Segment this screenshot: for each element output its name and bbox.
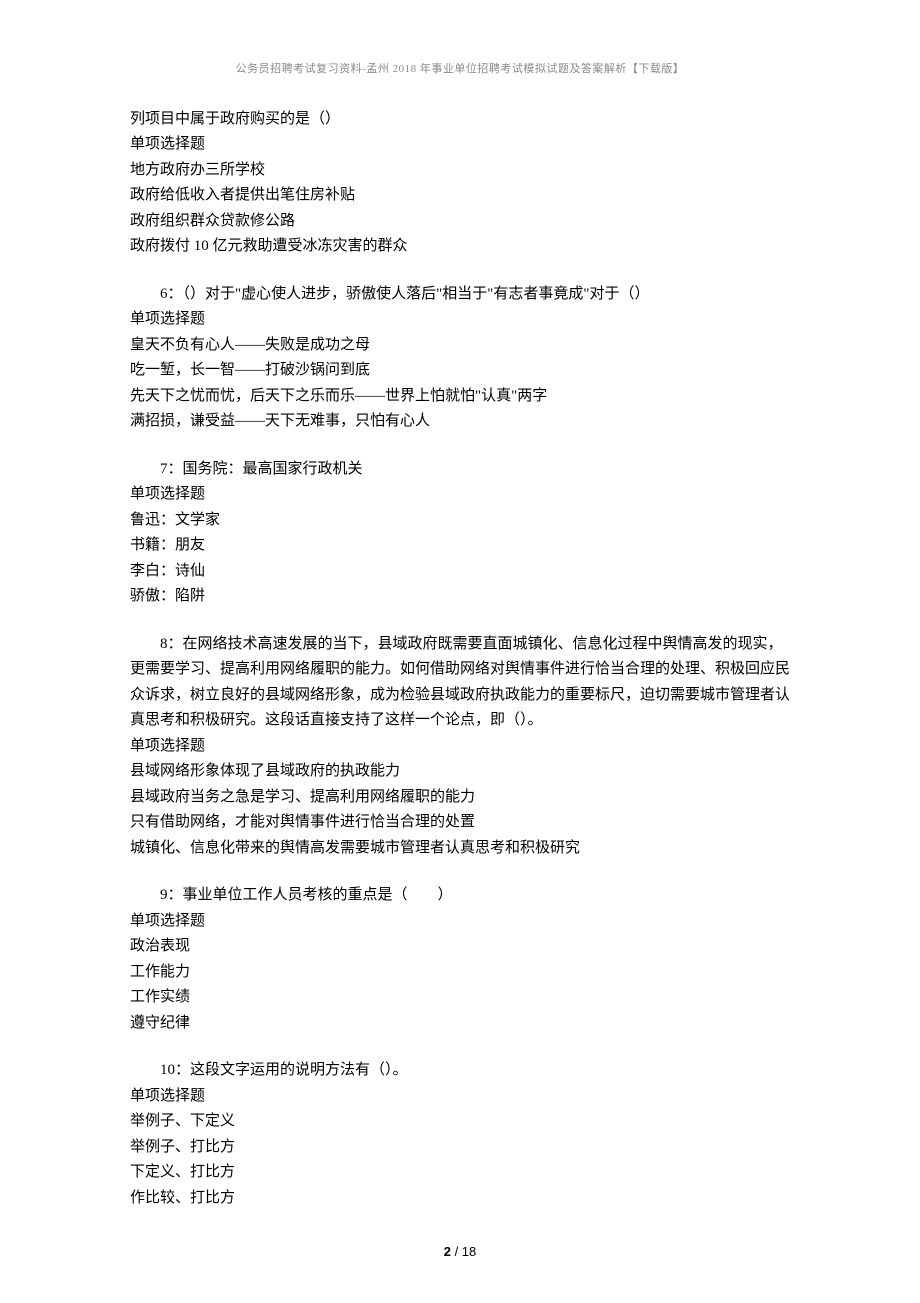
question-7: 7：国务院：最高国家行政机关 单项选择题 鲁迅：文学家 书籍：朋友 李白：诗仙 … [130, 457, 790, 610]
option: 遵守纪律 [130, 1011, 790, 1037]
option: 举例子、下定义 [130, 1109, 790, 1135]
option: 政治表现 [130, 934, 790, 960]
option: 举例子、打比方 [130, 1135, 790, 1161]
question-type: 单项选择题 [130, 307, 790, 333]
page-current: 2 [444, 1244, 451, 1259]
question-stem: 列项目中属于政府购买的是（） [130, 107, 790, 133]
option: 作比较、打比方 [130, 1186, 790, 1212]
question-type: 单项选择题 [130, 734, 790, 760]
question-stem: 9：事业单位工作人员考核的重点是（ ） [130, 883, 790, 909]
option: 鲁迅：文学家 [130, 508, 790, 534]
option: 地方政府办三所学校 [130, 158, 790, 184]
option: 政府组织群众贷款修公路 [130, 209, 790, 235]
option: 先天下之忧而忧，后天下之乐而乐——世界上怕就怕"认真"两字 [130, 384, 790, 410]
option: 下定义、打比方 [130, 1160, 790, 1186]
option: 政府给低收入者提供出笔住房补贴 [130, 183, 790, 209]
page-container: 公务员招聘考试复习资料-孟州 2018 年事业单位招聘考试模拟试题及答案解析【下… [0, 0, 920, 1303]
question-stem: 8：在网络技术高速发展的当下，县域政府既需要直面城镇化、信息化过程中舆情高发的现… [130, 632, 790, 734]
page-sep: / [451, 1244, 462, 1259]
option: 县域政府当务之急是学习、提高利用网络履职的能力 [130, 785, 790, 811]
question-10: 10：这段文字运用的说明方法有（）。 单项选择题 举例子、下定义 举例子、打比方… [130, 1058, 790, 1211]
question-type: 单项选择题 [130, 1084, 790, 1110]
option: 皇天不负有心人——失败是成功之母 [130, 333, 790, 359]
question-9: 9：事业单位工作人员考核的重点是（ ） 单项选择题 政治表现 工作能力 工作实绩… [130, 883, 790, 1036]
option: 城镇化、信息化带来的舆情高发需要城市管理者认真思考和积极研究 [130, 836, 790, 862]
option: 吃一堑，长一智——打破沙锅问到底 [130, 358, 790, 384]
question-type: 单项选择题 [130, 909, 790, 935]
question-8: 8：在网络技术高速发展的当下，县域政府既需要直面城镇化、信息化过程中舆情高发的现… [130, 632, 790, 862]
option: 李白：诗仙 [130, 559, 790, 585]
option: 只有借助网络，才能对舆情事件进行恰当合理的处置 [130, 810, 790, 836]
option: 县域网络形象体现了县域政府的执政能力 [130, 759, 790, 785]
option: 满招损，谦受益——天下无难事，只怕有心人 [130, 409, 790, 435]
page-header: 公务员招聘考试复习资料-孟州 2018 年事业单位招聘考试模拟试题及答案解析【下… [130, 60, 790, 79]
page-total: 18 [462, 1244, 476, 1259]
option: 工作能力 [130, 960, 790, 986]
page-number: 2 / 18 [130, 1241, 790, 1263]
option: 书籍：朋友 [130, 533, 790, 559]
option: 骄傲：陷阱 [130, 584, 790, 610]
question-type: 单项选择题 [130, 482, 790, 508]
question-stem: 10：这段文字运用的说明方法有（）。 [130, 1058, 790, 1084]
question-6: 6：（）对于"虚心使人进步，骄傲使人落后"相当于"有志者事竟成"对于（） 单项选… [130, 282, 790, 435]
option: 工作实绩 [130, 985, 790, 1011]
question-stem: 6：（）对于"虚心使人进步，骄傲使人落后"相当于"有志者事竟成"对于（） [130, 282, 790, 308]
question-stem: 7：国务院：最高国家行政机关 [130, 457, 790, 483]
question-type: 单项选择题 [130, 132, 790, 158]
question-5-continuation: 列项目中属于政府购买的是（） 单项选择题 地方政府办三所学校 政府给低收入者提供… [130, 107, 790, 260]
option: 政府拨付 10 亿元救助遭受冰冻灾害的群众 [130, 234, 790, 260]
